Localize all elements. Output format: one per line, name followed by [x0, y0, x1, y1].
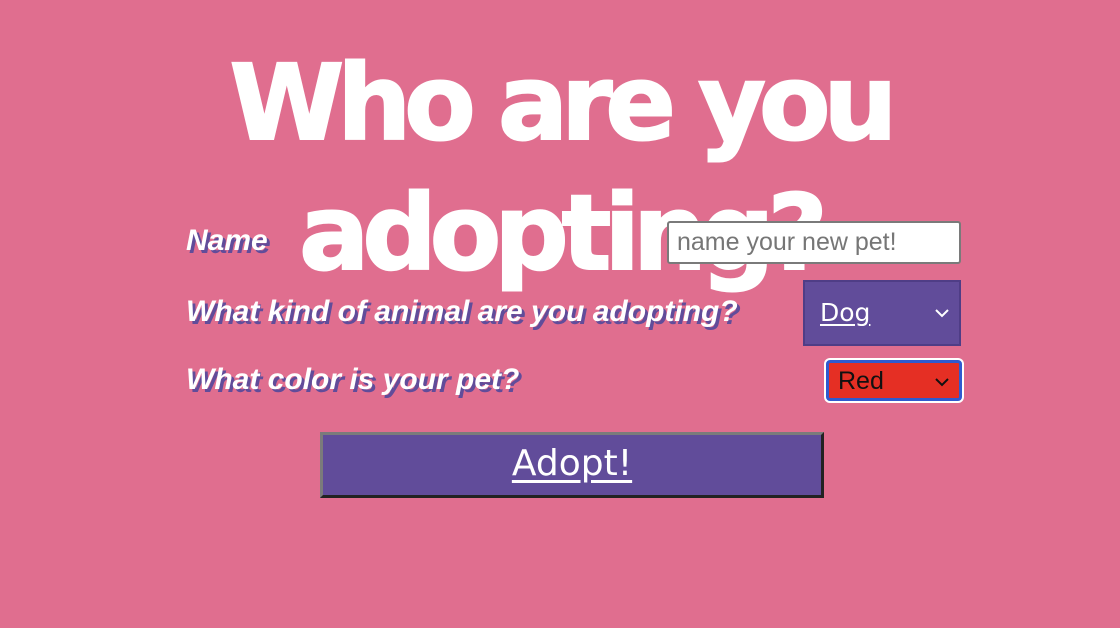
pet-color-select[interactable]: Red: [826, 360, 962, 401]
adopt-button-label: Adopt!: [511, 443, 633, 484]
animal-label: What kind of animal are you adopting?: [186, 295, 738, 328]
name-label: Name: [186, 224, 268, 257]
animal-select-value: Dog: [820, 298, 871, 327]
chevron-down-icon: [935, 378, 949, 387]
adopt-button[interactable]: Adopt!: [320, 432, 824, 498]
color-select-value: Red: [838, 367, 884, 395]
animal-type-select[interactable]: Dog: [803, 280, 961, 346]
adoption-page: Who are you adopting? Name What kind of …: [0, 0, 1120, 628]
color-label: What color is your pet?: [186, 363, 520, 396]
chevron-down-icon: [935, 309, 949, 318]
pet-name-input[interactable]: [667, 221, 961, 264]
